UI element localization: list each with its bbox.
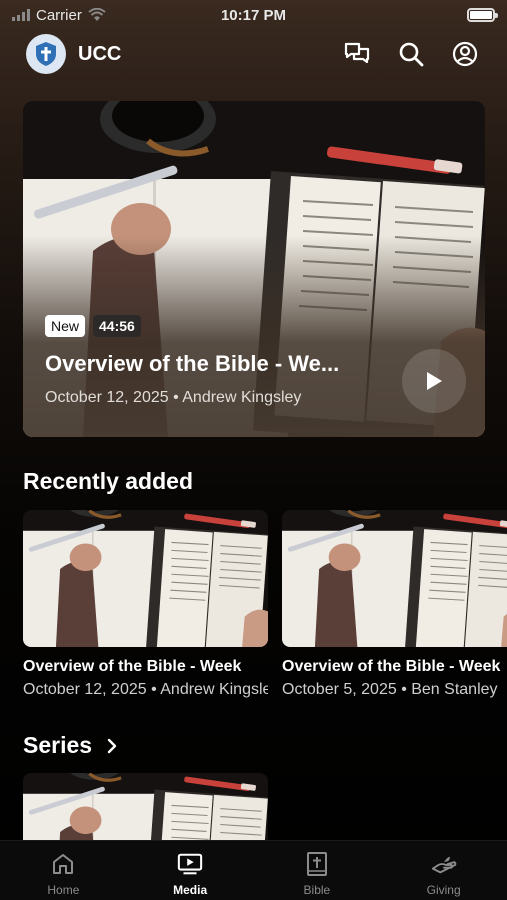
featured-meta: October 12, 2025 • Andrew Kingsley bbox=[45, 389, 302, 406]
app-name: UCC bbox=[78, 42, 122, 65]
tab-label: Media bbox=[173, 883, 208, 897]
series-card[interactable] bbox=[23, 773, 268, 843]
media-title: Overview of the Bible - Week bbox=[23, 658, 242, 675]
featured-title: Overview of the Bible - We... bbox=[45, 351, 340, 376]
profile-button[interactable] bbox=[449, 38, 481, 70]
battery-icon bbox=[467, 8, 498, 22]
chevron-right-icon bbox=[107, 738, 117, 753]
search-icon bbox=[399, 42, 424, 67]
search-button[interactable] bbox=[395, 38, 427, 70]
wifi-icon bbox=[88, 8, 106, 21]
series-heading-link[interactable]: Series bbox=[23, 732, 118, 759]
home-icon bbox=[53, 854, 74, 874]
media-card[interactable]: Overview of the Bible - Week October 12,… bbox=[23, 510, 268, 699]
tab-label: Bible bbox=[303, 883, 331, 897]
tab-giving[interactable]: Giving bbox=[380, 841, 507, 900]
media-screen: Carrier 10:17 PM UCC New 44:56 Overview … bbox=[0, 0, 507, 900]
giving-hand-icon bbox=[431, 856, 457, 874]
series-heading: Series bbox=[23, 732, 93, 758]
media-thumbnail bbox=[282, 510, 507, 647]
featured-media-card[interactable]: New 44:56 Overview of the Bible - We... … bbox=[23, 101, 485, 437]
play-button[interactable] bbox=[402, 349, 466, 413]
chat-icon bbox=[344, 42, 370, 64]
tab-bar: Home Media Bible Giving bbox=[0, 840, 507, 900]
recently-added-heading: Recently added bbox=[23, 468, 193, 494]
tv-play-icon bbox=[177, 853, 203, 875]
shield-cross-icon bbox=[36, 42, 56, 66]
tab-bible[interactable]: Bible bbox=[254, 841, 381, 900]
media-meta: October 5, 2025 • Ben Stanley bbox=[282, 681, 498, 698]
media-title: Overview of the Bible - Week bbox=[282, 658, 501, 675]
status-bar: Carrier 10:17 PM bbox=[0, 0, 507, 30]
duration-badge: 44:56 bbox=[93, 315, 141, 337]
tab-label: Giving bbox=[426, 883, 461, 897]
media-card[interactable]: Overview of the Bible - Week October 5, … bbox=[282, 510, 507, 699]
carrier-label: Carrier bbox=[36, 6, 82, 24]
tab-media[interactable]: Media bbox=[127, 841, 254, 900]
tab-label: Home bbox=[47, 883, 80, 897]
media-thumbnail bbox=[23, 510, 268, 647]
media-meta: October 12, 2025 • Andrew Kingsley bbox=[23, 681, 268, 698]
church-logo[interactable] bbox=[26, 34, 66, 74]
play-icon bbox=[427, 372, 442, 390]
new-badge: New bbox=[45, 315, 86, 337]
account-icon bbox=[452, 41, 478, 67]
series-thumbnail bbox=[23, 773, 268, 843]
app-header: UCC bbox=[0, 32, 507, 76]
signal-icon bbox=[12, 9, 30, 21]
bible-icon bbox=[306, 852, 327, 876]
tab-home[interactable]: Home bbox=[0, 841, 127, 900]
chat-button[interactable] bbox=[341, 38, 373, 70]
